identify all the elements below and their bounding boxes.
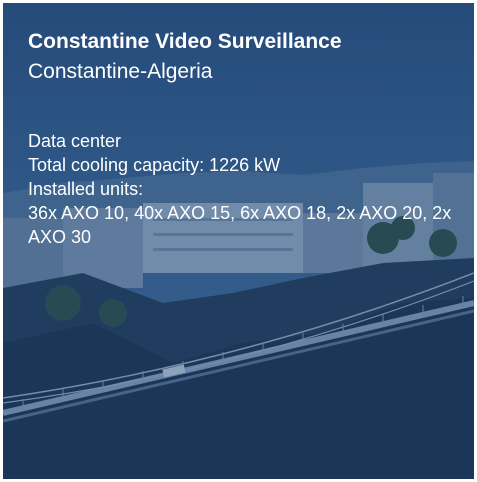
project-card: Constantine Video Surveillance Constanti… — [3, 3, 474, 479]
facility-type: Data center — [28, 131, 122, 151]
installed-units-list: 36x AXO 10, 40x AXO 15, 6x AXO 18, 2x AX… — [28, 203, 452, 247]
card-text: Constantine Video Surveillance Constanti… — [28, 27, 468, 249]
project-location: Constantine-Algeria — [28, 60, 213, 83]
cooling-capacity: Total cooling capacity: 1226 kW — [28, 155, 281, 175]
project-details: Data center Total cooling capacity: 1226… — [28, 129, 468, 249]
project-title: Constantine Video Surveillance — [28, 30, 342, 53]
installed-units-label: Installed units: — [28, 179, 144, 199]
